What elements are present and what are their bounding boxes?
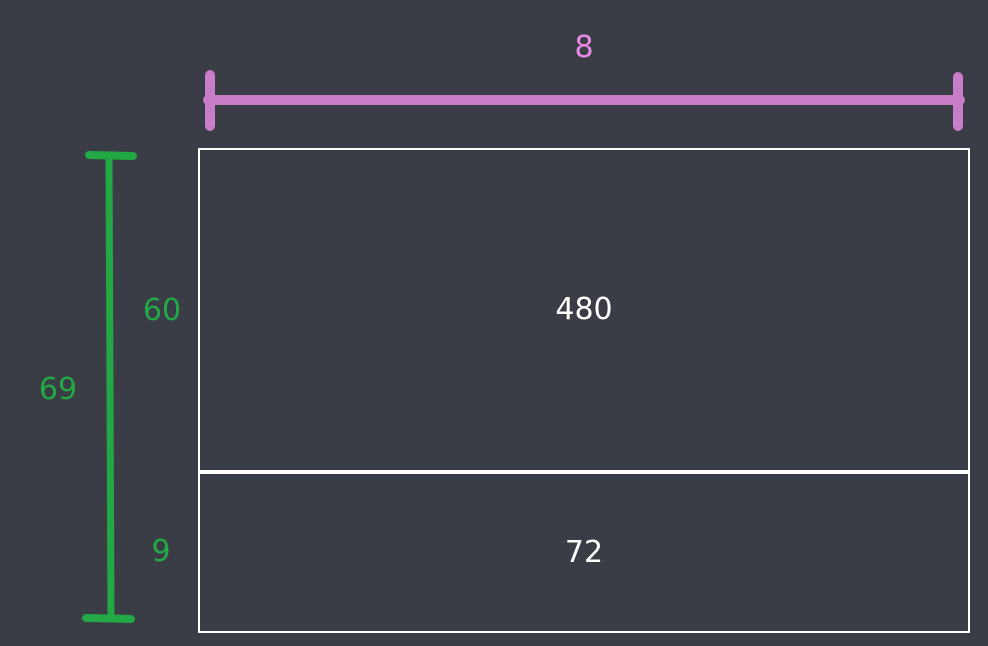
width-label: 8 bbox=[574, 30, 594, 65]
total-height-label: 69 bbox=[38, 372, 78, 407]
top-area-value: 480 bbox=[555, 292, 613, 327]
width-marker bbox=[203, 70, 965, 131]
top-area-box: 480 bbox=[198, 148, 970, 472]
top-height-label: 60 bbox=[142, 293, 182, 328]
height-marker bbox=[82, 151, 137, 623]
bottom-area-box: 72 bbox=[198, 472, 970, 633]
bottom-height-label: 9 bbox=[151, 534, 171, 569]
area-model-diagram: 8 69 60 9 480 72 bbox=[0, 0, 988, 646]
bottom-area-value: 72 bbox=[564, 534, 604, 570]
